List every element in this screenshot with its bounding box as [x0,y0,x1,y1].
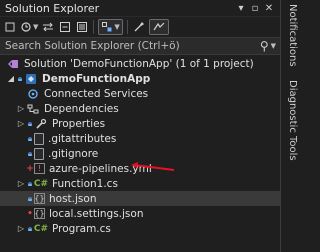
tree-row-gitattributes[interactable]: 🔒︎ .gitattributes [0,131,280,146]
window-position-dropdown[interactable]: ▾ [234,3,248,14]
tree-item-label: host.json [49,192,97,205]
toolbar: ▼ ▼ [0,17,280,37]
csharp-icon: C# [33,223,49,234]
properties-icon[interactable] [132,19,146,35]
tree-item-label: Connected Services [44,87,149,100]
source-control-lock-icon: 🔒︎ [27,133,33,143]
search-icon[interactable]: ⚲ [260,39,269,53]
source-control-lock-icon: 🔒︎ [27,118,33,128]
wrench-icon [34,118,48,130]
collapsed-chevron-icon[interactable]: ▷ [16,179,26,188]
collapsed-chevron-icon[interactable]: ▷ [16,224,26,233]
csharp-icon: C# [33,178,49,189]
collapsed-chevron-icon[interactable]: ▷ [16,104,26,113]
tree-item-label: .gitignore [48,147,99,160]
json-icon: {} [34,208,45,219]
file-icon [34,132,44,145]
close-button[interactable]: ✕ [262,3,276,14]
source-control-lock-icon: 🔒︎ [17,73,23,83]
toolbar-separator [93,20,95,34]
history-dropdown-icon[interactable]: ▼ [33,23,38,31]
project-icon [24,73,38,85]
notifications-tab[interactable]: Notifications [283,4,298,67]
pending-changes-icon[interactable] [75,19,89,35]
tree-row-program[interactable]: ▷ 🔒︎ C# Program.cs [0,221,280,236]
annotation-arrow [131,162,175,171]
diagnostic-tools-tab[interactable]: Diagnostic Tools [283,80,298,161]
project-label: DemoFunctionApp [42,72,151,85]
pending-add-icon: + [26,163,34,174]
connected-services-icon [26,88,40,100]
toolbar-separator [126,20,128,34]
tree-item-label: Function1.cs [52,177,118,190]
collapse-icon[interactable] [58,19,72,35]
panel-title: Solution Explorer [5,1,100,15]
solution-tree: Solution 'DemoFunctionApp' (1 of 1 proje… [0,56,280,236]
tree-item-label: Dependencies [44,102,119,115]
yaml-icon: ! [34,163,45,174]
source-control-lock-icon: 🔒︎ [27,148,33,158]
dependencies-icon [26,103,40,115]
solution-icon [6,58,20,70]
expanded-chevron-icon[interactable]: ◢ [6,74,16,83]
tree-item-label: local.settings.json [49,207,144,220]
tree-row-host-json[interactable]: 🔒︎ {} host.json [0,191,280,206]
tree-row-local-settings[interactable]: • {} local.settings.json [0,206,280,221]
tree-item-label: Properties [52,117,106,130]
solution-label: Solution 'DemoFunctionApp' (1 of 1 proje… [24,57,254,70]
tree-row-azure-pipelines[interactable]: + ! azure-pipelines.yml [0,161,280,176]
tree-row-gitignore[interactable]: 🔒︎ .gitignore [0,146,280,161]
tree-row-project[interactable]: ◢ 🔒︎ DemoFunctionApp [0,71,280,86]
tree-row-dependencies[interactable]: ▷ Dependencies [0,101,280,116]
tree-item-label: .gitattributes [48,132,117,145]
sync-icon[interactable] [41,19,55,35]
file-icon [34,147,44,160]
filter-icon[interactable]: ▼ [98,19,123,35]
source-control-lock-icon: 🔒︎ [27,223,33,233]
source-control-lock-icon: 🔒︎ [27,178,33,188]
tree-item-label: Program.cs [52,222,111,235]
tree-row-function1[interactable]: ▷ 🔒︎ C# Function1.cs [0,176,280,191]
ignored-file-icon: • [27,208,33,219]
collapsed-chevron-icon[interactable]: ▷ [16,119,26,128]
search-options-dropdown-icon[interactable]: ▼ [271,42,276,50]
tree-row-connected-services[interactable]: Connected Services [0,86,280,101]
search-box[interactable]: Search Solution Explorer (Ctrl+ö) ⚲ ▼ [0,37,280,55]
title-bar: Solution Explorer ▾ ▫ ✕ [0,0,280,17]
json-icon: {} [34,193,45,204]
preview-icon[interactable] [148,19,169,35]
solution-explorer-panel: Solution Explorer ▾ ▫ ✕ ▼ ▼ Search Solut… [0,0,281,252]
search-input[interactable]: Search Solution Explorer (Ctrl+ö) [5,40,260,52]
filter-dropdown-icon[interactable]: ▼ [114,23,119,31]
history-icon[interactable]: ▼ [20,19,38,35]
source-control-lock-icon: 🔒︎ [27,193,33,203]
tree-row-solution[interactable]: Solution 'DemoFunctionApp' (1 of 1 proje… [0,56,280,71]
side-tab-strip: Notifications Diagnostic Tools [281,0,300,252]
auto-hide-pin-button[interactable]: ▫ [248,3,262,14]
tree-row-properties[interactable]: ▷ 🔒︎ Properties [0,116,280,131]
nav-back-icon[interactable] [3,19,17,35]
